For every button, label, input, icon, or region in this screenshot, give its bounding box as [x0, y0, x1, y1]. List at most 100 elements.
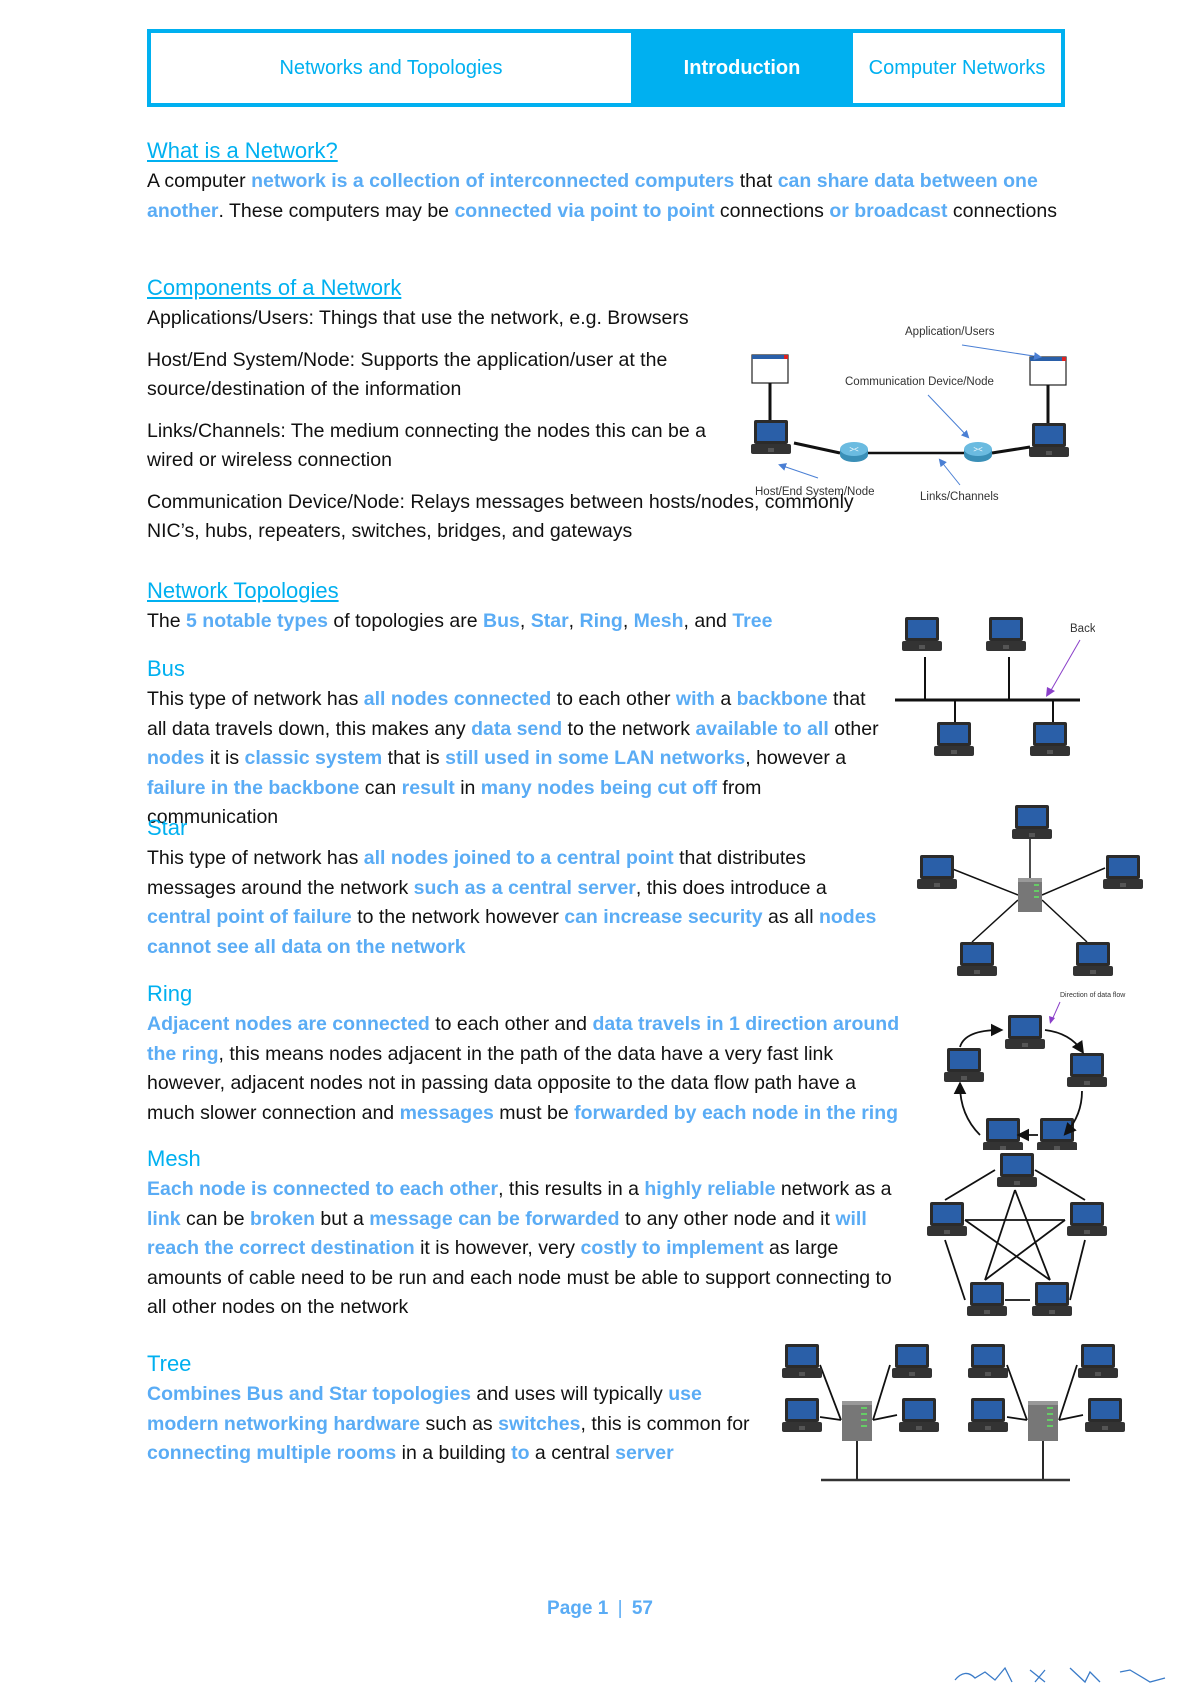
body-text: A computer: [147, 170, 252, 192]
body-text: in a building: [396, 1442, 512, 1464]
body-text: and uses will typically: [470, 1383, 669, 1405]
highlighted-text: available to all: [695, 717, 829, 740]
laptop-icon: [917, 855, 957, 889]
section-bus: Bus This type of network has all nodes c…: [147, 653, 879, 833]
document-header: Networks and Topologies Introduction Com…: [147, 29, 1065, 107]
laptop-icon: [1078, 1344, 1118, 1378]
ring-diagram: Direction of data flow: [944, 992, 1126, 1150]
bus-diagram: Backbone: [895, 617, 1095, 756]
highlighted-text: connected via point to point: [454, 199, 715, 222]
body-text: in: [454, 776, 481, 799]
body-text: This type of network has: [147, 688, 364, 710]
highlighted-text: network is a collection of interconnecte…: [251, 170, 735, 192]
heading-topologies: Network Topologies: [147, 578, 339, 603]
laptop-icon: [1067, 1053, 1107, 1087]
highlighted-text: server: [615, 1442, 674, 1464]
body-text: The: [147, 610, 187, 632]
body-text: to each other: [551, 688, 676, 710]
section-star: Star This type of network has all nodes …: [147, 812, 887, 962]
body-text: can be: [180, 1207, 250, 1230]
highlighted-text: costly to implement: [580, 1237, 764, 1259]
highlighted-text: message can be forwarded: [369, 1207, 620, 1230]
laptop-icon: [902, 617, 942, 651]
highlighted-text: Star: [530, 610, 569, 632]
highlighted-text: or broadcast: [829, 199, 948, 222]
paragraph-bus: This type of network has all nodes conne…: [147, 685, 887, 833]
highlighted-text: such as a central server: [413, 876, 636, 899]
highlighted-text: forwarded by each node in the ring: [574, 1101, 899, 1124]
heading-what-is-network: What is a Network?: [147, 138, 338, 163]
highlighted-text: many nodes being cut off: [480, 776, 717, 799]
highlighted-text: 5 notable types: [186, 610, 328, 632]
laptop-icon: [997, 1153, 1037, 1187]
heading-tree: Tree: [147, 1351, 192, 1376]
laptop-icon: [957, 942, 997, 976]
heading-star: Star: [147, 815, 188, 840]
paragraph-topologies-intro: The 5 notable types of topologies are Bu…: [147, 607, 947, 637]
laptop-icon: [983, 1118, 1023, 1150]
laptop-icon: [1032, 1282, 1072, 1316]
laptop-icon: [1073, 942, 1113, 976]
heading-ring: Ring: [147, 981, 193, 1006]
body-text: must be: [493, 1101, 575, 1124]
laptop-icon: [1029, 423, 1069, 457]
laptop-icon: [1030, 722, 1070, 756]
highlighted-text: Adjacent nodes are connected: [147, 1013, 430, 1035]
component-item: Host/End System/Node: Supports the appli…: [147, 348, 668, 401]
highlighted-text: still used in some LAN networks: [445, 747, 746, 769]
mesh-diagram: [927, 1153, 1107, 1316]
highlighted-text: Tree: [732, 610, 773, 632]
header-course-title: Computer Networks: [853, 33, 1061, 103]
body-text: . These computers may be: [218, 199, 455, 222]
header-chapter-title: Introduction: [631, 33, 853, 103]
highlighted-text: data send: [471, 717, 563, 740]
paragraph-ring: Adjacent nodes are connected to each oth…: [147, 1010, 907, 1128]
highlighted-text: nodes: [147, 747, 205, 769]
laptop-icon: [782, 1398, 822, 1432]
laptop-icon: [892, 1344, 932, 1378]
router-icon: [964, 442, 992, 462]
highlighted-text: central point of failure: [147, 906, 352, 928]
body-text: connections: [947, 199, 1057, 222]
highlighted-text: connecting multiple rooms: [147, 1442, 397, 1464]
body-text: to each other and: [429, 1013, 593, 1035]
laptop-icon: [782, 1344, 822, 1378]
highlighted-text: link: [147, 1207, 181, 1230]
highlighted-text: Mesh: [633, 610, 684, 632]
highlighted-text: switches: [498, 1412, 581, 1435]
laptop-icon: [751, 420, 791, 454]
paragraph-what-is-network: A computer network is a collection of in…: [147, 167, 1067, 226]
body-text: it is however, very: [414, 1237, 581, 1259]
body-text: This type of network has: [147, 847, 364, 869]
highlighted-text: to: [511, 1442, 530, 1464]
body-text: of topologies are: [328, 610, 484, 632]
highlighted-text: classic system: [244, 747, 383, 769]
laptop-icon: [968, 1344, 1008, 1378]
body-text: as all: [762, 906, 819, 928]
highlighted-text: with: [675, 688, 715, 710]
body-text: but a: [315, 1207, 370, 1230]
heading-components: Components of a Network: [147, 275, 402, 300]
page-total: 57: [631, 1598, 653, 1619]
body-text: ,: [622, 610, 634, 632]
components-diagram: >< Application/Users Communication Devic…: [751, 326, 1069, 503]
server-icon: [1028, 1401, 1058, 1441]
label-direction-of-data-flow: Direction of data flow: [1060, 992, 1126, 999]
laptop-icon: [1037, 1118, 1077, 1150]
section-ring: Ring Adjacent nodes are connected to eac…: [147, 978, 907, 1128]
heading-mesh: Mesh: [147, 1146, 201, 1171]
label-backbone: Backbone: [1070, 623, 1095, 635]
highlighted-text: result: [401, 776, 455, 799]
laptop-icon: [1067, 1202, 1107, 1236]
tree-diagram: [782, 1344, 1125, 1482]
component-item: Links/Channels: The medium connecting th…: [147, 419, 706, 472]
signature-icon: [954, 1666, 1166, 1684]
laptop-icon: [968, 1398, 1008, 1432]
section-mesh: Mesh Each node is connected to each othe…: [147, 1143, 907, 1323]
page-separator: |: [617, 1598, 623, 1619]
application-window-icon: [1029, 356, 1067, 386]
body-text: that: [734, 170, 778, 192]
laptop-icon: [1103, 855, 1143, 889]
section-topologies: Network Topologies The 5 notable types o…: [147, 575, 947, 637]
laptop-icon: [1085, 1398, 1125, 1432]
